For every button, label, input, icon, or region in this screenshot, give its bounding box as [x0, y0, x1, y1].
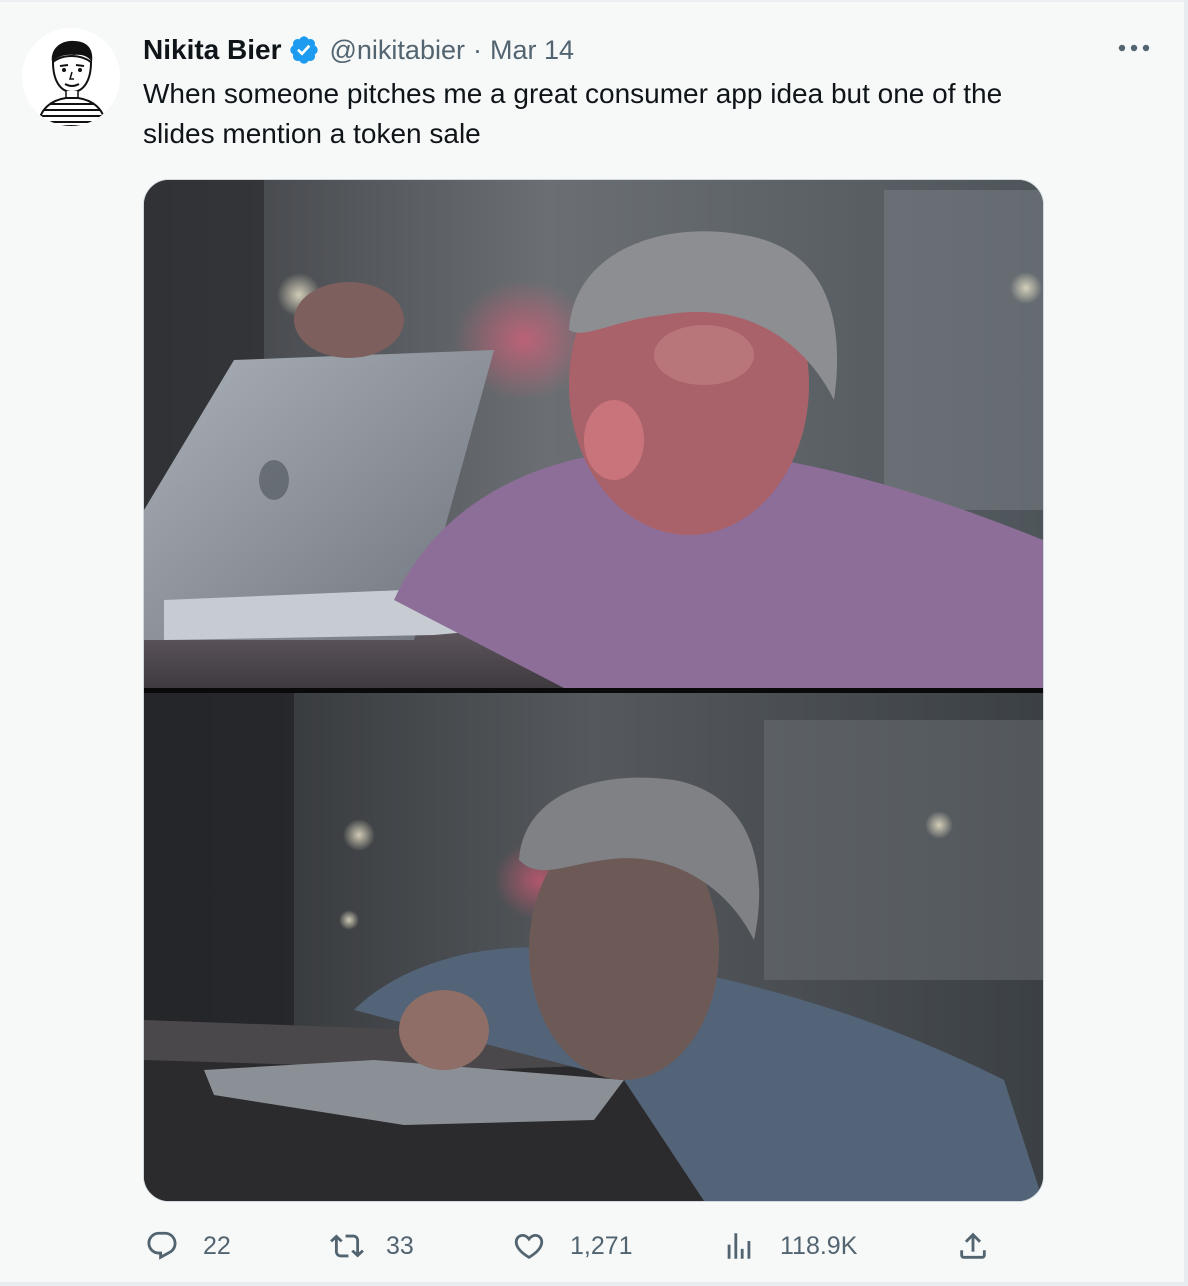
tweet-top-divider — [0, 0, 1184, 2]
author-name[interactable]: Nikita Bier — [143, 34, 282, 66]
views-chart-icon — [727, 1233, 751, 1259]
reply-count: 22 — [203, 1231, 231, 1260]
share-icon — [960, 1232, 986, 1259]
tweet-text: When someone pitches me a great consumer… — [143, 78, 1003, 149]
views-button[interactable]: 118.9K — [722, 1224, 857, 1268]
like-count: 1,271 — [570, 1231, 633, 1260]
author-handle[interactable]: @nikitabier — [330, 35, 465, 66]
more-options-button[interactable] — [1112, 34, 1156, 62]
share-button[interactable] — [956, 1224, 990, 1268]
views-count: 118.9K — [780, 1231, 858, 1260]
more-options-icon — [1118, 44, 1150, 52]
tweet-header: Nikita Bier @nikitabier · Mar 14 — [143, 32, 574, 68]
like-button[interactable]: 1,271 — [512, 1224, 633, 1268]
reply-button[interactable]: 22 — [145, 1224, 231, 1268]
retweet-button[interactable]: 33 — [330, 1224, 414, 1268]
reply-icon — [147, 1231, 177, 1260]
retweet-icon — [330, 1234, 364, 1258]
sketch-portrait-avatar-icon — [22, 28, 120, 126]
tweet-media-image[interactable] — [143, 179, 1044, 1202]
tweet-action-bar: 22 33 1,271 118.9K — [0, 1224, 1184, 1268]
retweet-count: 33 — [386, 1231, 414, 1260]
tweet-card[interactable]: Nikita Bier @nikitabier · Mar 14 When so… — [0, 0, 1188, 1286]
verified-badge-icon[interactable] — [288, 34, 320, 66]
author-avatar[interactable] — [22, 28, 120, 126]
heart-icon — [514, 1233, 544, 1259]
tweet-date[interactable]: Mar 14 — [490, 35, 574, 66]
header-separator: · — [472, 34, 482, 65]
